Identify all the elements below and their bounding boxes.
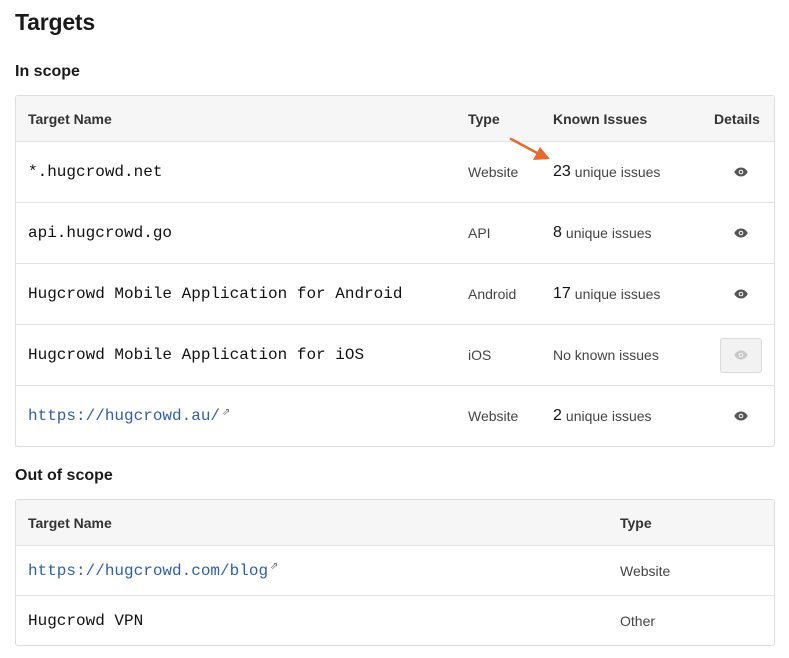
issue-suffix: unique issues: [565, 408, 652, 424]
eye-icon: [734, 167, 748, 177]
table-header: Target Name Type: [16, 500, 774, 545]
out-of-scope-table: Target Name Type https://hugcrowd.com/bl…: [15, 499, 775, 646]
issue-suffix: unique issues: [574, 164, 661, 180]
issue-count: 2: [553, 407, 562, 424]
known-issues: 17 unique issues: [553, 264, 660, 324]
target-name: https://hugcrowd.au/ ⇗: [28, 386, 230, 446]
details-cell: [711, 325, 771, 385]
target-type: iOS: [468, 347, 492, 363]
col-known-issues: Known Issues: [553, 110, 648, 127]
table-row: api.hugcrowd.go API 8 unique issues: [16, 202, 774, 263]
target-type: Android: [468, 286, 517, 302]
col-target-name: Target Name: [28, 110, 112, 127]
table-row: https://hugcrowd.au/ ⇗ Website 2 unique …: [16, 385, 774, 446]
table-row: Hugcrowd Mobile Application for iOS iOS …: [16, 324, 774, 385]
target-name: Hugcrowd VPN: [28, 611, 144, 630]
view-details-button[interactable]: [721, 400, 761, 433]
target-name: https://hugcrowd.com/blog ⇗: [28, 546, 278, 595]
page-title: Targets: [15, 9, 95, 35]
target-name: api.hugcrowd.go: [28, 224, 173, 242]
in-scope-heading: In scope: [15, 63, 80, 80]
target-type: Other: [620, 612, 656, 629]
external-link-icon: ⇗: [222, 406, 231, 418]
eye-icon: [734, 228, 748, 238]
known-issues: 8 unique issues: [553, 203, 652, 263]
issue-count: 17: [553, 285, 571, 302]
issue-count: 8: [553, 224, 562, 241]
col-type: Type: [620, 514, 652, 531]
target-type: Website: [620, 562, 671, 579]
view-details-button[interactable]: [721, 278, 761, 311]
col-details: Details: [714, 110, 760, 127]
table-header: Target Name Type Known Issues Details: [16, 96, 774, 141]
table-row: Hugcrowd VPN Other: [16, 595, 774, 645]
target-name: Hugcrowd Mobile Application for Android: [28, 285, 403, 303]
out-of-scope-heading: Out of scope: [15, 467, 113, 484]
target-link[interactable]: https://hugcrowd.com/blog: [28, 562, 268, 580]
view-details-button[interactable]: [721, 217, 761, 250]
issue-suffix: unique issues: [565, 225, 652, 241]
details-cell: [711, 264, 771, 324]
issue-suffix: unique issues: [574, 286, 661, 302]
details-cell: [711, 203, 771, 263]
target-link[interactable]: https://hugcrowd.au/: [28, 407, 220, 425]
eye-icon: [734, 350, 748, 360]
known-issues: 2 unique issues: [553, 386, 652, 446]
details-cell: [711, 142, 771, 202]
details-cell: [711, 386, 771, 446]
view-details-button-disabled: [720, 337, 762, 373]
eye-icon: [734, 411, 748, 421]
view-details-button[interactable]: [721, 156, 761, 189]
no-issues-text: No known issues: [553, 347, 659, 363]
issue-count: 23: [553, 163, 571, 180]
eye-icon: [734, 289, 748, 299]
target-type: Website: [468, 408, 519, 424]
external-link-icon: ⇗: [270, 561, 279, 572]
col-target-name: Target Name: [28, 514, 112, 531]
known-issues: No known issues: [553, 325, 659, 385]
arrow-annotation: [509, 137, 550, 160]
target-name: Hugcrowd Mobile Application for iOS: [28, 346, 365, 364]
target-name: *.hugcrowd.net: [28, 163, 163, 181]
in-scope-table: Target Name Type Known Issues Details *.…: [15, 95, 775, 447]
table-row: *.hugcrowd.net Website 23 unique issues: [16, 141, 774, 202]
target-type: API: [468, 225, 491, 241]
table-row: Hugcrowd Mobile Application for Android …: [16, 263, 774, 324]
table-row: https://hugcrowd.com/blog ⇗ Website: [16, 545, 774, 595]
known-issues: 23 unique issues: [553, 142, 660, 202]
